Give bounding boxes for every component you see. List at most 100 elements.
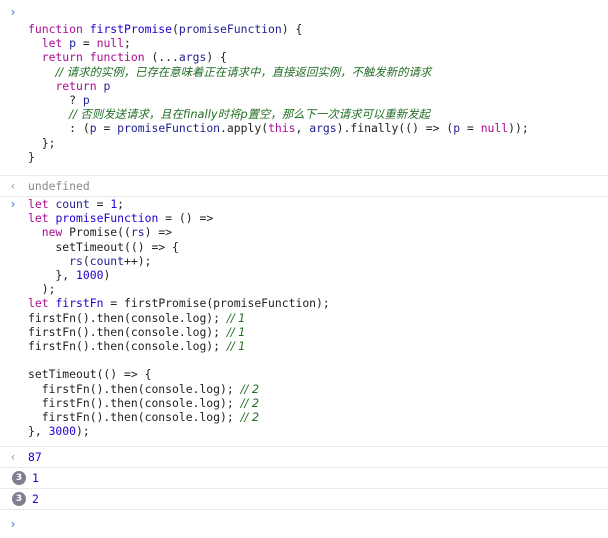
code-comment: // 请求的实例，已存在意味着正在请求中，直接返回实例，不触发新的请求	[55, 64, 432, 79]
code-token: firstFn().then(console.log);	[28, 395, 241, 410]
code-token: );	[28, 282, 56, 297]
code-comment: // 2	[240, 395, 260, 410]
code-comment: // 否则发送请求，且在finally时将p置空，那么下一次请求可以重新发起	[69, 107, 430, 122]
code-token: (	[172, 22, 179, 36]
console-log-entry-2: 3 2	[0, 489, 608, 510]
code-line: }, 1000)	[28, 268, 330, 282]
code-comment: // 2	[240, 381, 260, 396]
devtools-console: › function firstPromise(promiseFunction)…	[0, 0, 608, 538]
code-token: firstPromise	[89, 22, 173, 36]
code-token: let	[28, 211, 56, 226]
code-token: ) {	[206, 50, 227, 65]
code-comment: // 1	[226, 324, 246, 339]
code-token: 1000	[76, 268, 104, 283]
console-prompt-input[interactable]: ›	[0, 510, 608, 538]
code-token: p	[69, 36, 77, 51]
code-token: firstFn	[55, 296, 104, 311]
code-token: =	[96, 121, 118, 136]
log-value: 2	[32, 492, 39, 506]
code-token: (	[82, 253, 90, 268]
repeat-count-badge: 3	[12, 492, 26, 506]
code-token: ;	[124, 36, 131, 51]
code-token: firstFn().then(console.log);	[28, 324, 227, 339]
log-value: 1	[32, 471, 39, 485]
code-token: let	[28, 296, 56, 311]
code-block-first-promise[interactable]: function firstPromise(promiseFunction) {…	[28, 22, 529, 164]
code-token: count	[89, 253, 125, 268]
code-token: (...	[151, 50, 179, 65]
code-line: let firstFn = firstPromise(promiseFuncti…	[28, 296, 330, 310]
code-token: rs	[130, 225, 145, 240]
chevron-right-icon: ›	[10, 5, 16, 19]
code-token: p	[103, 78, 111, 93]
code-line: let promiseFunction = () =>	[28, 211, 330, 225]
code-token: 3000	[48, 424, 77, 439]
code-token: ) =>	[144, 225, 173, 240]
code-token: args	[309, 121, 337, 136]
result-value: undefined	[28, 179, 90, 193]
code-token: null	[96, 36, 125, 51]
console-log-entry-1: 3 1	[0, 468, 608, 489]
code-token: p	[82, 93, 90, 108]
code-token: rs	[69, 253, 83, 268]
chevron-right-icon: ›	[10, 517, 16, 531]
console-result-entry-1: ‹ undefined	[0, 176, 608, 197]
code-token: promiseFunction	[55, 211, 159, 226]
code-token: firstFn().then(console.log);	[28, 410, 241, 425]
code-line: }, 3000);	[28, 424, 330, 438]
code-token: ) {	[281, 22, 303, 36]
code-token: null	[480, 121, 509, 136]
code-token: firstFn().then(console.log);	[28, 310, 227, 325]
code-line: firstFn().then(console.log); // 1	[28, 339, 330, 353]
code-block-usage[interactable]: let count = 1; let promiseFunction = () =…	[28, 197, 330, 438]
code-line: firstFn().then(console.log); // 1	[28, 325, 330, 339]
code-line: }	[28, 150, 529, 164]
code-line: rs(count++);	[28, 254, 330, 268]
repeat-count-badge: 3	[12, 471, 26, 485]
code-line: firstFn().then(console.log); // 2	[28, 396, 330, 410]
code-line: : (p = promiseFunction.apply(this, args)…	[28, 121, 529, 135]
code-line: setTimeout(() => {	[28, 240, 330, 254]
code-token: ;	[117, 197, 125, 211]
code-token: .apply(	[220, 121, 269, 136]
code-token: let	[41, 36, 70, 51]
code-token: return function	[41, 50, 152, 65]
chevron-right-icon: ›	[10, 197, 16, 211]
code-token: args	[178, 50, 207, 65]
code-comment: // 2	[240, 410, 260, 425]
code-token: : (	[28, 121, 90, 136]
code-token: promiseFunction	[178, 22, 282, 36]
code-token: return	[55, 78, 104, 93]
code-token: Promise((	[69, 225, 131, 240]
code-token: setTimeout(() => {	[28, 239, 179, 254]
code-token: ));	[508, 121, 529, 136]
code-token: firstFn().then(console.log);	[28, 381, 241, 396]
code-line: // 请求的实例，已存在意味着正在请求中，直接返回实例，不触发新的请求	[28, 65, 529, 79]
code-comment: // 1	[226, 339, 246, 354]
code-token: setTimeout(() => {	[28, 367, 152, 382]
code-token: ++);	[124, 253, 152, 268]
code-line: firstFn().then(console.log); // 1	[28, 311, 330, 325]
code-token: },	[28, 424, 49, 439]
code-line: setTimeout(() => {	[28, 367, 330, 381]
code-token: let	[28, 197, 56, 211]
code-token: };	[28, 135, 56, 150]
code-line: new Promise((rs) =>	[28, 225, 330, 239]
result-value[interactable]: 87	[28, 450, 42, 464]
console-input-entry-1[interactable]: › function firstPromise(promiseFunction)…	[0, 0, 608, 176]
code-line: let p = null;	[28, 36, 529, 50]
code-line: );	[28, 282, 330, 296]
code-token: )	[103, 268, 111, 283]
code-token: }	[28, 149, 35, 164]
console-input-entry-2[interactable]: › let count = 1; let promiseFunction = ()…	[0, 197, 608, 447]
code-token: p	[89, 121, 97, 136]
code-token: },	[28, 268, 77, 283]
code-token: new	[41, 225, 70, 240]
code-token: =	[460, 121, 481, 136]
